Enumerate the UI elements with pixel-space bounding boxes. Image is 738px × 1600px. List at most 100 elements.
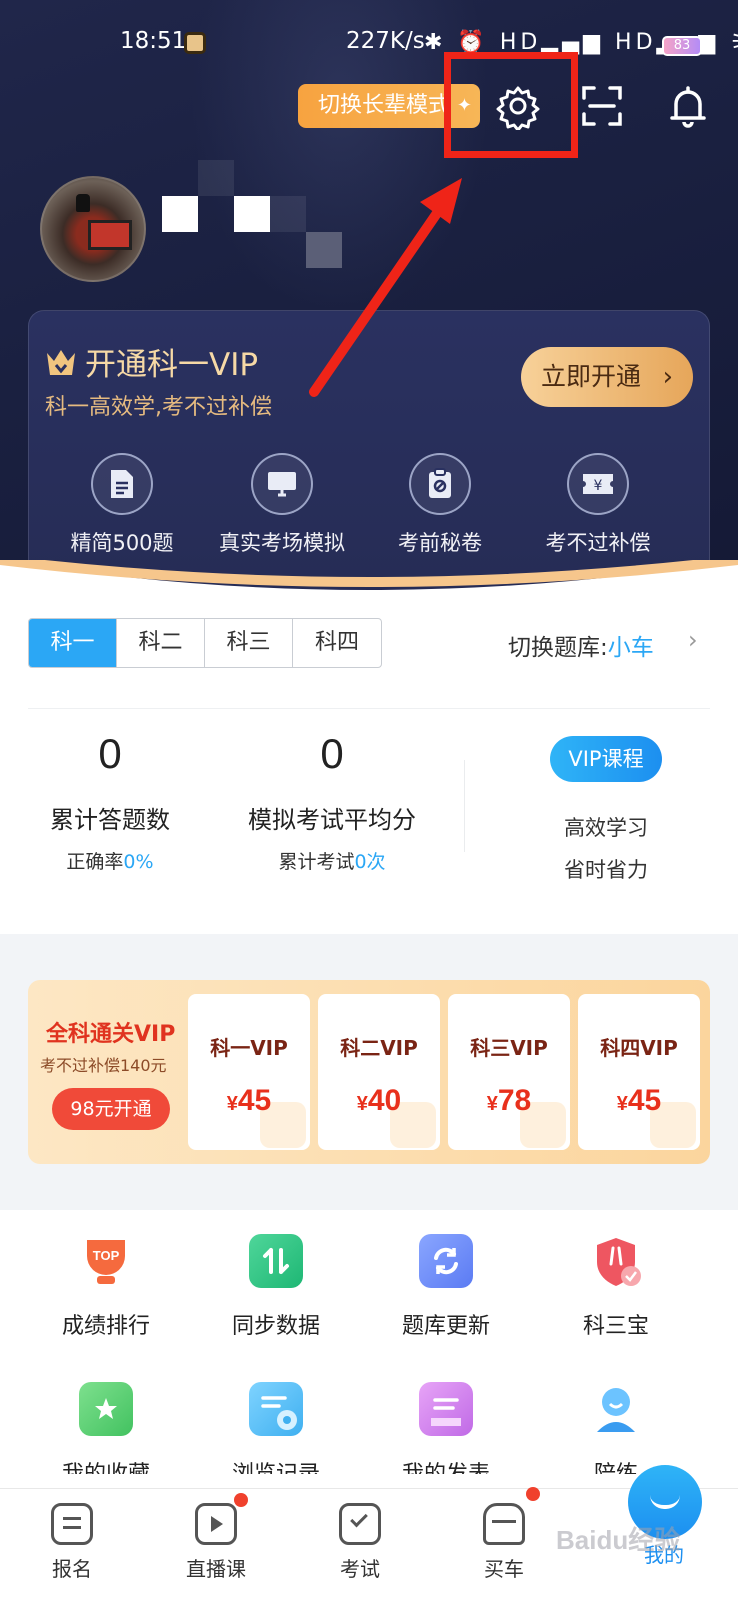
vip-feature-label: 精简500题: [70, 531, 174, 555]
nav-buy-car[interactable]: 买车: [454, 1503, 554, 1582]
tab-subject-2[interactable]: 科二: [117, 619, 205, 667]
avg-score: 0: [320, 730, 344, 777]
accuracy-line: 正确率0%: [10, 847, 210, 874]
secret-paper-icon: [409, 453, 471, 515]
smile-icon: [650, 1495, 680, 1509]
chevron-right-icon: ›: [662, 362, 673, 392]
vip-course-line: 省时省力: [564, 858, 648, 882]
divider: [28, 708, 710, 709]
tool-label: 我的收藏: [26, 1456, 186, 1474]
live-course-badge: [234, 1493, 248, 1507]
avg-score-stat[interactable]: 0 模拟考试平均分 累计考试0次: [232, 730, 432, 874]
nav-exam[interactable]: 考试: [310, 1503, 410, 1582]
my-posts-icon: [419, 1382, 473, 1436]
notification-bell-icon[interactable]: [664, 82, 712, 130]
tool-label: 成绩排行: [61, 1314, 150, 1339]
chevron-right-icon[interactable]: ›: [688, 626, 698, 654]
subject-vip-card-3[interactable]: 科三VIP ¥78: [448, 994, 570, 1150]
vip-open-label: 立即开通: [541, 362, 642, 391]
nav-live-course[interactable]: 直播课: [166, 1503, 266, 1582]
nav-signup[interactable]: 报名: [22, 1503, 122, 1582]
live-tv-icon: [195, 1503, 237, 1545]
tool-sync-data[interactable]: 同步数据: [196, 1234, 356, 1340]
redacted-username-block: [162, 196, 198, 232]
subject-tabs: 科一 科二 科三 科四: [28, 618, 382, 668]
subject-vip-card-4[interactable]: 科四VIP ¥45: [578, 994, 700, 1150]
subject-vip-card-1[interactable]: 科一VIP ¥45: [188, 994, 310, 1150]
favorite-folder-icon: [79, 1382, 133, 1436]
subject-vip-name: 科二VIP: [340, 1036, 418, 1060]
document-icon: [91, 453, 153, 515]
tool-browse-history[interactable]: 浏览记录: [196, 1382, 356, 1474]
vip-feature-label: 考不过补偿: [545, 531, 651, 555]
exam-icon: [339, 1503, 381, 1545]
status-bar: 18:51 227K/s ✱ ⏰ HD▂▄▆ HD▂▄▆ ⚞ 83: [0, 24, 738, 64]
tool-bank-update[interactable]: 题库更新: [366, 1234, 526, 1340]
tool-label: 题库更新: [401, 1314, 490, 1339]
tool-label: 同步数据: [231, 1314, 320, 1339]
vip-feature-label: 真实考场模拟: [219, 531, 345, 555]
switch-question-bank[interactable]: 切换题库:小车: [508, 628, 654, 662]
subject-vip-name: 科四VIP: [600, 1036, 678, 1060]
question-bank-label: 切换题库:: [508, 635, 608, 661]
tab-subject-3[interactable]: 科三: [205, 619, 293, 667]
all-vip-subtitle: 考不过补偿140元: [40, 1056, 167, 1075]
vip-card-title: 开通科一VIP: [85, 347, 259, 383]
avatar[interactable]: [40, 176, 146, 282]
accuracy-label: 正确率: [66, 851, 124, 873]
trophy-icon: TOP: [79, 1234, 133, 1288]
nav-label: 直播课: [186, 1557, 246, 1581]
tab-subject-4[interactable]: 科四: [293, 619, 381, 667]
exam-count-label: 累计考试: [278, 851, 355, 873]
coach-icon: [589, 1382, 643, 1436]
network-speed: 227K/s: [346, 28, 425, 54]
subject-vip-card-2[interactable]: 科二VIP ¥40: [318, 994, 440, 1150]
signup-icon: [51, 1503, 93, 1545]
tool-my-posts[interactable]: 我的发表: [366, 1382, 526, 1474]
nav-label: 报名: [52, 1557, 92, 1581]
all-vip-title: 全科通关VIP: [46, 1022, 176, 1047]
annotation-highlight-box: [444, 52, 578, 158]
app-notification-icon: [184, 32, 206, 54]
nav-label: 买车: [484, 1557, 524, 1581]
study-stats-panel: 科一 科二 科三 科四 切换题库:小车 › 0 累计答题数 正确率0% 0 模拟…: [0, 590, 738, 934]
vip-feature-simulation[interactable]: 真实考场模拟: [207, 453, 357, 557]
tab-subject-1[interactable]: 科一: [29, 619, 117, 667]
tool-subject3-helper[interactable]: 科三宝: [536, 1234, 696, 1340]
battery-icon: 83: [662, 36, 702, 56]
profile-header: 18:51 227K/s ✱ ⏰ HD▂▄▆ HD▂▄▆ ⚞ 83 切换长辈模式…: [0, 0, 738, 610]
subject-vip-price: ¥45: [226, 1084, 272, 1117]
scan-icon[interactable]: [578, 82, 626, 130]
redacted-username-block: [198, 160, 234, 196]
elder-mode-label: 切换长辈模式: [318, 93, 451, 118]
all-vip-open-button[interactable]: 98元开通: [52, 1088, 170, 1130]
accuracy-value: 0%: [123, 851, 154, 873]
answered-count-stat[interactable]: 0 累计答题数 正确率0%: [10, 730, 210, 874]
svg-text:TOP: TOP: [93, 1248, 120, 1263]
nav-label: 考试: [340, 1557, 380, 1581]
monitor-icon: [251, 453, 313, 515]
vip-feature-500[interactable]: 精简500题: [47, 453, 197, 557]
crown-icon: [47, 350, 75, 375]
refund-ticket-icon: ¥: [567, 453, 629, 515]
tool-label: 浏览记录: [196, 1456, 356, 1474]
history-icon: [249, 1382, 303, 1436]
vip-course-button[interactable]: VIP课程: [550, 736, 662, 782]
shield-icon: [589, 1234, 643, 1288]
tool-score-ranking[interactable]: TOP 成绩排行: [26, 1234, 186, 1340]
tool-my-favorites[interactable]: 我的收藏: [26, 1382, 186, 1474]
exam-count-line: 累计考试0次: [232, 847, 432, 874]
vip-feature-refund[interactable]: ¥ 考不过补偿: [523, 453, 673, 557]
subject-vip-price: ¥45: [616, 1084, 662, 1117]
tool-coach[interactable]: 陪练: [536, 1382, 696, 1474]
subject-vip-name: 科三VIP: [470, 1036, 548, 1060]
answered-count: 0: [98, 730, 122, 777]
vip-open-button[interactable]: 立即开通 ›: [521, 347, 693, 407]
refresh-icon: [419, 1234, 473, 1288]
all-subject-vip-banner[interactable]: 全科通关VIP 考不过补偿140元 98元开通 科一VIP ¥45 科二VIP …: [28, 980, 710, 1164]
vip-feature-secret-paper[interactable]: 考前秘卷: [365, 453, 515, 557]
annotation-arrow: [309, 178, 462, 397]
svg-text:¥: ¥: [594, 478, 603, 494]
subject-vip-name: 科一VIP: [210, 1036, 288, 1060]
status-time: 18:51: [120, 28, 187, 54]
